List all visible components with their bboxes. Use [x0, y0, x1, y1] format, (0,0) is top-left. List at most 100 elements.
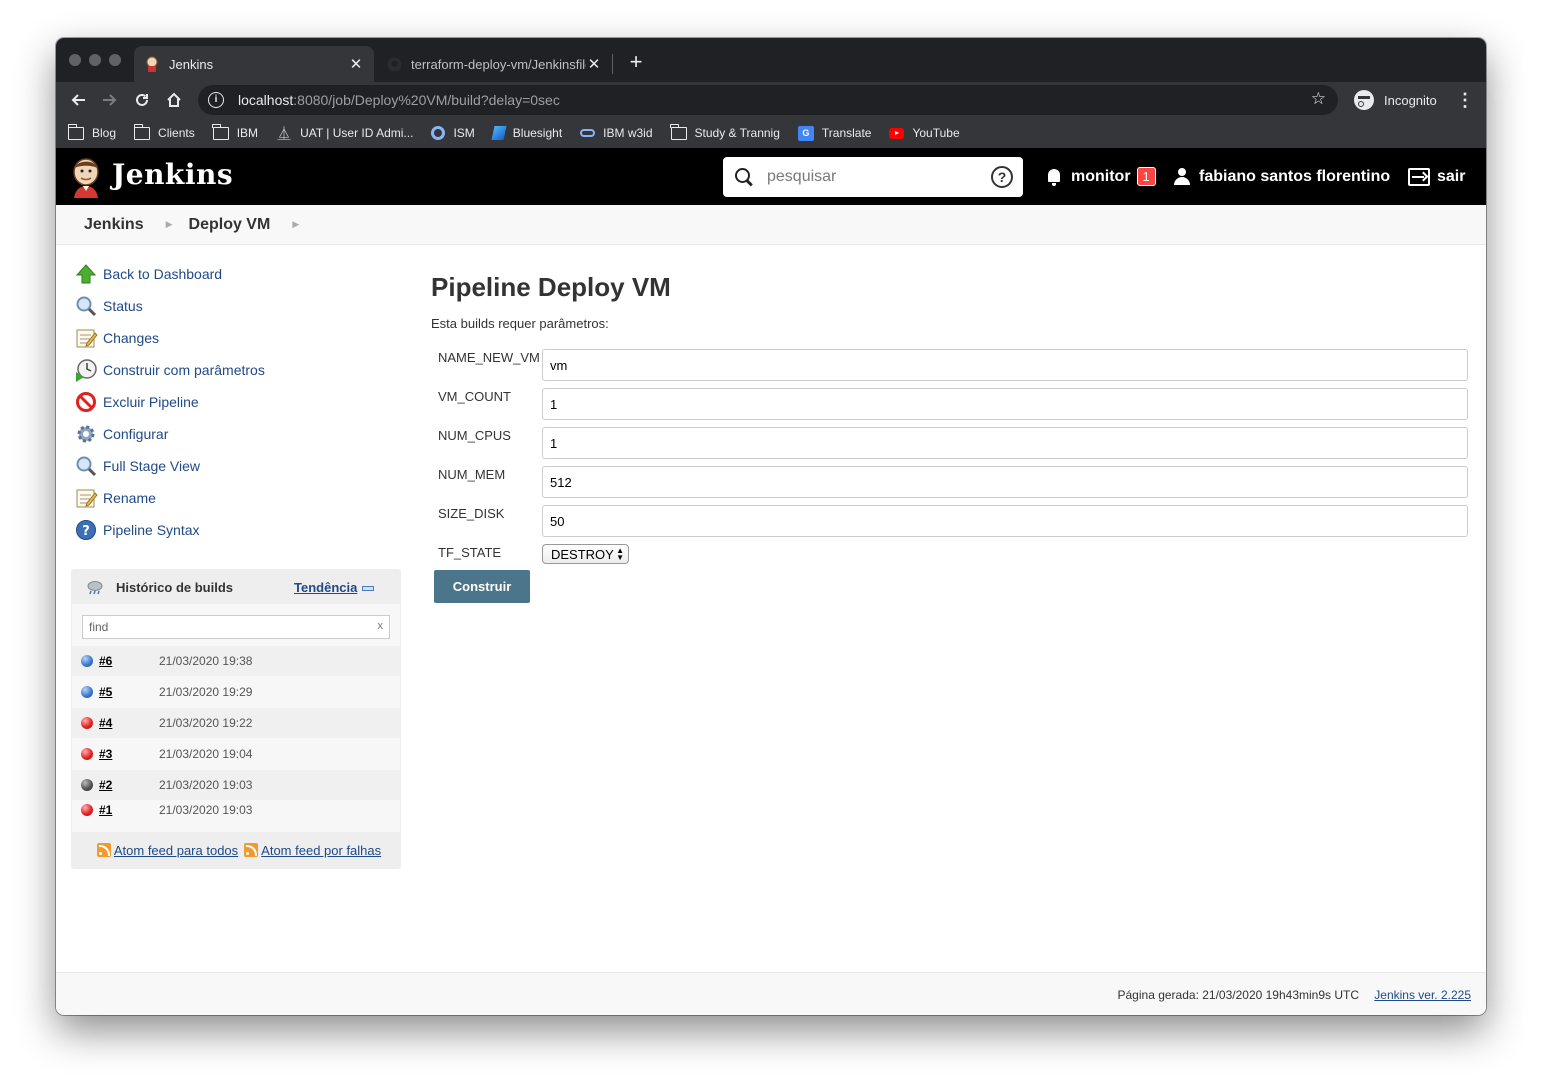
build-number-link[interactable]: #1	[99, 803, 112, 817]
task-delete-pipeline[interactable]: Excluir Pipeline	[74, 390, 199, 414]
bookmark-blog[interactable]: Blog	[67, 123, 116, 140]
monitor-label: monitor	[1071, 167, 1131, 185]
rss-icon[interactable]	[96, 843, 111, 857]
bookmark-youtube[interactable]: YouTube	[889, 126, 960, 140]
build-number-link[interactable]: #2	[99, 778, 112, 792]
param-input-num-cpus[interactable]	[542, 427, 1468, 459]
home-icon[interactable]	[162, 88, 186, 112]
param-input-size-disk[interactable]	[542, 505, 1468, 537]
task-status[interactable]: Status	[74, 294, 143, 318]
logout-link[interactable]: sair	[1408, 148, 1465, 205]
build-date[interactable]: 21/03/2020 19:29	[159, 685, 252, 699]
zoom-window-button[interactable]	[109, 54, 121, 66]
close-window-button[interactable]	[69, 54, 81, 66]
bookmark-uat[interactable]: ⏅ UAT | User ID Admi...	[276, 125, 414, 141]
breadcrumb-chevron-icon[interactable]: ▶	[292, 219, 299, 230]
task-configure[interactable]: Configurar	[74, 422, 168, 446]
bookmark-study[interactable]: Study & Trannig	[670, 123, 780, 140]
task-label[interactable]: Pipeline Syntax	[103, 522, 200, 538]
param-input-vm-count[interactable]	[542, 388, 1468, 420]
address-bar[interactable]: i localhost:8080/job/Deploy%20VM/build?d…	[198, 85, 1338, 115]
minimize-window-button[interactable]	[89, 54, 101, 66]
user-link[interactable]: fabiano santos florentino	[1174, 148, 1390, 205]
jenkins-version-link[interactable]: Jenkins ver. 2.225	[1374, 988, 1471, 1002]
reload-icon[interactable]	[130, 88, 154, 112]
build-status-ball-icon[interactable]	[81, 748, 93, 760]
task-rename[interactable]: Rename	[74, 486, 156, 510]
build-number-link[interactable]: #6	[99, 654, 112, 668]
atom-feed-failures-link[interactable]: Atom feed por falhas	[261, 843, 381, 858]
build-date[interactable]: 21/03/2020 19:04	[159, 747, 252, 761]
task-changes[interactable]: Changes	[74, 326, 159, 350]
build-button[interactable]: Construir	[434, 570, 530, 603]
task-label[interactable]: Changes	[103, 330, 159, 346]
jenkins-logo-icon[interactable]	[70, 156, 102, 198]
task-label[interactable]: Status	[103, 298, 143, 314]
forward-arrow-icon[interactable]	[98, 88, 122, 112]
help-icon[interactable]: ?	[991, 166, 1013, 188]
bookmark-star-icon[interactable]: ☆	[1311, 89, 1326, 109]
build-find-input[interactable]: find x	[82, 615, 390, 639]
bookmark-label: YouTube	[912, 126, 960, 140]
monitor-link[interactable]: monitor 1	[1046, 148, 1156, 205]
task-pipeline-syntax[interactable]: ? Pipeline Syntax	[74, 518, 200, 542]
build-date[interactable]: 21/03/2020 19:38	[159, 654, 252, 668]
clear-find-icon[interactable]: x	[378, 620, 384, 632]
site-info-icon[interactable]: i	[208, 92, 224, 108]
tf-state-select[interactable]: DESTROY ▲ ▼	[542, 544, 629, 564]
task-label[interactable]: Construir com parâmetros	[103, 362, 265, 378]
task-label[interactable]: Configurar	[103, 426, 168, 442]
incognito-indicator[interactable]: Incognito	[1348, 86, 1444, 114]
find-placeholder: find	[89, 620, 109, 634]
build-history-header: Histórico de builds Tendência	[72, 570, 400, 604]
bookmark-translate[interactable]: G Translate	[797, 125, 871, 141]
jenkins-title[interactable]: Jenkins	[112, 158, 233, 191]
task-back-to-dashboard[interactable]: Back to Dashboard	[74, 262, 222, 286]
build-status-ball-icon[interactable]	[81, 804, 93, 816]
build-number-link[interactable]: #4	[99, 716, 112, 730]
task-label[interactable]: Full Stage View	[103, 458, 200, 474]
param-input-num-mem[interactable]	[542, 466, 1468, 498]
param-input-name-new-vm[interactable]	[542, 349, 1468, 381]
build-number-link[interactable]: #3	[99, 747, 112, 761]
atom-feed-all-link[interactable]: Atom feed para todos	[114, 843, 238, 858]
task-build-with-parameters[interactable]: Construir com parâmetros	[74, 358, 265, 382]
trend-link[interactable]: Tendência	[294, 580, 357, 595]
task-label[interactable]: Rename	[103, 490, 156, 506]
bookmark-bluesight[interactable]: Bluesight	[491, 126, 562, 140]
breadcrumb-jenkins[interactable]: Jenkins	[84, 216, 144, 234]
tab-jenkins[interactable]: Jenkins ✕	[134, 46, 374, 82]
task-label[interactable]: Back to Dashboard	[103, 266, 222, 282]
search-input[interactable]	[767, 168, 977, 186]
build-status-ball-icon[interactable]	[81, 717, 93, 729]
build-status-ball-icon[interactable]	[81, 655, 93, 667]
tab-strip: Jenkins ✕ terraform-deploy-vm/Jenkinsfil…	[56, 38, 1486, 82]
notepad-icon	[74, 486, 98, 510]
build-date[interactable]: 21/03/2020 19:22	[159, 716, 252, 730]
tab-github[interactable]: terraform-deploy-vm/Jenkinsfile ✕	[376, 46, 612, 82]
param-label-num-cpus: NUM_CPUS	[438, 428, 511, 443]
rss-icon[interactable]	[244, 843, 259, 857]
build-number-link[interactable]: #5	[99, 685, 112, 699]
notepad-icon	[74, 326, 98, 350]
bookmark-ibm[interactable]: IBM	[212, 123, 258, 140]
task-full-stage-view[interactable]: Full Stage View	[74, 454, 200, 478]
breadcrumb-chevron-icon[interactable]: ▶	[166, 219, 173, 230]
back-arrow-icon[interactable]	[66, 88, 90, 112]
bookmark-clients[interactable]: Clients	[133, 123, 195, 140]
trend-icon[interactable]	[362, 586, 374, 591]
close-tab-icon[interactable]: ✕	[586, 55, 602, 73]
breadcrumb-deploy-vm[interactable]: Deploy VM	[189, 216, 271, 234]
build-date[interactable]: 21/03/2020 19:03	[159, 803, 252, 817]
bookmark-ism[interactable]: ISM	[431, 126, 475, 140]
task-label[interactable]: Excluir Pipeline	[103, 394, 199, 410]
jenkins-header: Jenkins ? monitor 1 fabiano santos flore…	[56, 148, 1486, 205]
build-status-ball-icon[interactable]	[81, 686, 93, 698]
build-status-ball-icon[interactable]	[81, 779, 93, 791]
browser-menu-icon[interactable]: ⋮	[1456, 88, 1474, 112]
build-date[interactable]: 21/03/2020 19:03	[159, 778, 252, 792]
bookmark-ibm-w3id[interactable]: IBM w3id	[580, 126, 653, 140]
new-tab-button[interactable]: +	[624, 50, 648, 74]
close-tab-icon[interactable]: ✕	[348, 55, 364, 73]
uat-icon: ⏅	[277, 125, 291, 141]
